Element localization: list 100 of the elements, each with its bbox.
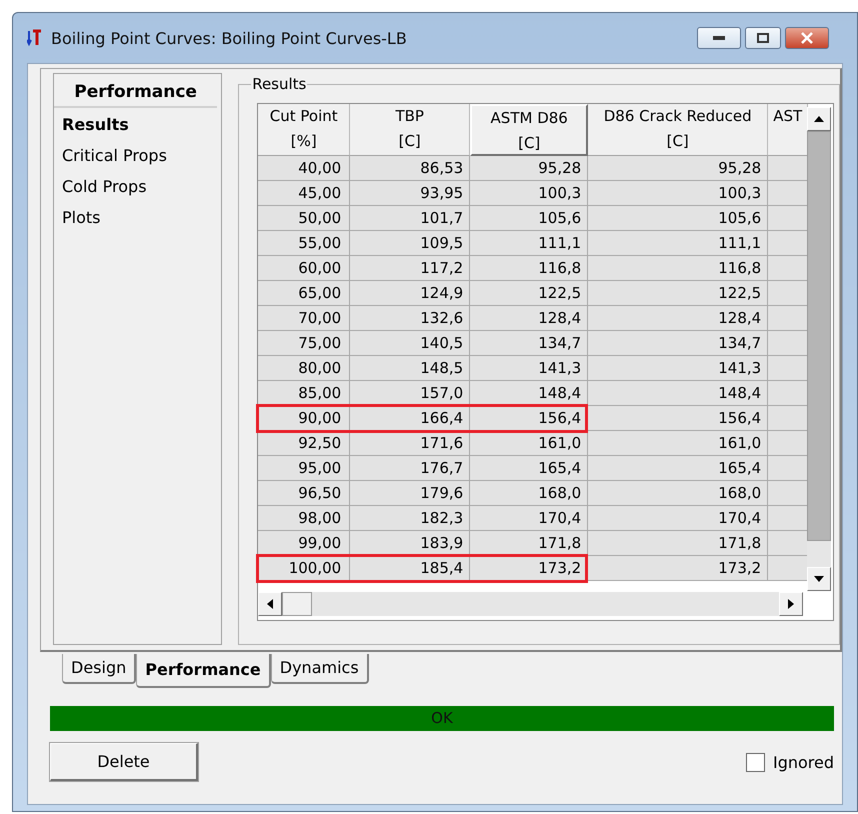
horizontal-scrollbar[interactable] bbox=[258, 592, 804, 616]
table-cell: 98,00 bbox=[258, 506, 350, 531]
table-cell: 96,50 bbox=[258, 481, 350, 506]
table-cell: 105,6 bbox=[588, 206, 768, 231]
maximize-button[interactable] bbox=[745, 27, 781, 49]
table-cell: 109,5 bbox=[350, 231, 470, 256]
table-cell: 171,8 bbox=[470, 531, 588, 556]
table-cell: 170,4 bbox=[588, 506, 768, 531]
column-header[interactable]: AST bbox=[768, 104, 808, 156]
table-cell: 124,9 bbox=[350, 281, 470, 306]
minimize-button[interactable] bbox=[697, 27, 741, 49]
table-cell: 183,9 bbox=[350, 531, 470, 556]
table-cell bbox=[768, 406, 808, 431]
table-cell: 165,4 bbox=[588, 456, 768, 481]
table-cell: 75,00 bbox=[258, 331, 350, 356]
table-cell: 168,0 bbox=[588, 481, 768, 506]
table-cell bbox=[768, 231, 808, 256]
sidebar-title: Performance bbox=[54, 74, 218, 108]
table-cell: 95,28 bbox=[588, 156, 768, 181]
table-cell: 100,3 bbox=[588, 181, 768, 206]
table-cell: 122,5 bbox=[470, 281, 588, 306]
minimize-icon bbox=[713, 36, 725, 40]
down-arrow-icon bbox=[814, 576, 824, 582]
table-cell bbox=[768, 381, 808, 406]
table-cell: 170,4 bbox=[470, 506, 588, 531]
tab[interactable]: Dynamics bbox=[270, 654, 369, 684]
table-cell: 93,95 bbox=[350, 181, 470, 206]
table-cell: 117,2 bbox=[350, 256, 470, 281]
table-cell: 100,3 bbox=[470, 181, 588, 206]
scroll-thumb[interactable] bbox=[282, 592, 312, 616]
table-cell bbox=[768, 481, 808, 506]
column-header[interactable]: TBP [C] bbox=[350, 104, 470, 156]
table-cell: 179,6 bbox=[350, 481, 470, 506]
column-header[interactable]: D86 Crack Reduced [C] bbox=[588, 104, 768, 156]
table-cell: 134,7 bbox=[470, 331, 588, 356]
sidebar-item[interactable]: Cold Props bbox=[54, 170, 222, 201]
tab[interactable]: Performance bbox=[136, 654, 271, 688]
column-header[interactable]: Cut Point [%] bbox=[258, 104, 350, 156]
table-cell: 168,0 bbox=[470, 481, 588, 506]
table-cell: 101,7 bbox=[350, 206, 470, 231]
window-title: Boiling Point Curves: Boiling Point Curves-LB bbox=[51, 28, 408, 48]
table-cell bbox=[768, 431, 808, 456]
column-header[interactable]: ASTM D86 [C] bbox=[470, 104, 588, 156]
table-cell bbox=[768, 531, 808, 556]
table-cell: 128,4 bbox=[588, 306, 768, 331]
table-cell: 161,0 bbox=[470, 431, 588, 456]
table-cell bbox=[768, 281, 808, 306]
table-cell: 140,5 bbox=[350, 331, 470, 356]
table-cell: 99,00 bbox=[258, 531, 350, 556]
table-cell: 171,8 bbox=[588, 531, 768, 556]
table-cell: 100,00 bbox=[258, 556, 350, 581]
table-cell: 173,2 bbox=[588, 556, 768, 581]
table-cell: 182,3 bbox=[350, 506, 470, 531]
close-button[interactable] bbox=[785, 27, 829, 49]
scroll-right-button[interactable] bbox=[779, 592, 804, 616]
scroll-thumb[interactable] bbox=[807, 131, 832, 541]
table-cell bbox=[768, 456, 808, 481]
table-cell: 45,00 bbox=[258, 181, 350, 206]
table-cell: 65,00 bbox=[258, 281, 350, 306]
table-cell: 166,4 bbox=[350, 406, 470, 431]
scroll-down-button[interactable] bbox=[807, 567, 832, 591]
table-cell: 134,7 bbox=[588, 331, 768, 356]
sidebar-item[interactable]: Results bbox=[54, 108, 222, 139]
table-cell: 111,1 bbox=[470, 231, 588, 256]
table-cell: 148,5 bbox=[350, 356, 470, 381]
table-cell: 86,53 bbox=[350, 156, 470, 181]
scroll-left-button[interactable] bbox=[258, 592, 282, 616]
table-cell: 171,6 bbox=[350, 431, 470, 456]
table-cell bbox=[768, 156, 808, 181]
app-icon bbox=[27, 29, 41, 47]
table-cell: 132,6 bbox=[350, 306, 470, 331]
delete-button[interactable]: Delete bbox=[50, 743, 198, 781]
table-cell: 60,00 bbox=[258, 256, 350, 281]
table-cell bbox=[768, 331, 808, 356]
table-cell: 148,4 bbox=[588, 381, 768, 406]
table-cell: 105,6 bbox=[470, 206, 588, 231]
group-title: Results bbox=[251, 75, 308, 93]
maximize-icon bbox=[757, 33, 769, 43]
table-cell: 55,00 bbox=[258, 231, 350, 256]
sidebar-item[interactable]: Critical Props bbox=[54, 139, 222, 170]
table-cell: 92,50 bbox=[258, 431, 350, 456]
table-cell: 165,4 bbox=[470, 456, 588, 481]
table-cell: 111,1 bbox=[588, 231, 768, 256]
tab[interactable]: Design bbox=[62, 654, 136, 684]
left-arrow-icon bbox=[267, 599, 274, 609]
up-arrow-icon bbox=[814, 116, 824, 122]
ignored-checkbox[interactable] bbox=[746, 752, 765, 772]
checkbox-label: Ignored bbox=[772, 752, 834, 772]
sidebar-item[interactable]: Plots bbox=[54, 201, 222, 232]
table-cell: 156,4 bbox=[588, 406, 768, 431]
vertical-scrollbar[interactable] bbox=[807, 107, 832, 591]
table-cell: 176,7 bbox=[350, 456, 470, 481]
right-arrow-icon bbox=[788, 599, 794, 609]
table-cell bbox=[768, 506, 808, 531]
scroll-up-button[interactable] bbox=[807, 107, 832, 131]
table-cell: 161,0 bbox=[588, 431, 768, 456]
table-cell: 70,00 bbox=[258, 306, 350, 331]
table-cell: 128,4 bbox=[470, 306, 588, 331]
table-cell: 157,0 bbox=[350, 381, 470, 406]
table-cell: 116,8 bbox=[470, 256, 588, 281]
